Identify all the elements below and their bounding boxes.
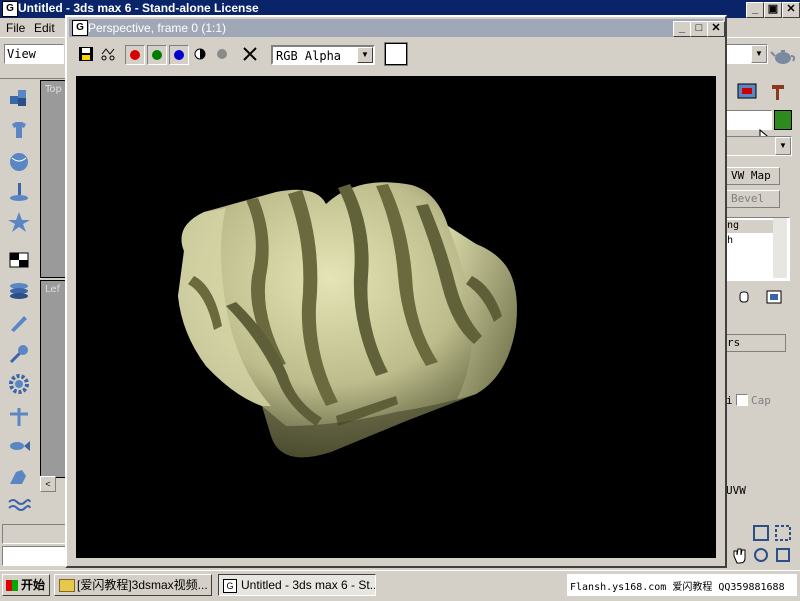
view-dropdown-value: View (7, 47, 36, 61)
wrench-icon[interactable] (6, 342, 32, 366)
zoom-extents-icon[interactable] (752, 524, 770, 542)
red-channel-icon (130, 50, 140, 60)
display-panel-icon[interactable] (736, 82, 760, 102)
render-close-button[interactable]: ✕ (707, 21, 725, 37)
tray-text: Flansh.ys168.com 爱闪教程 QQ359881688 (570, 582, 785, 593)
teapot-icon[interactable] (770, 46, 796, 66)
parameters-rollout[interactable]: rs (726, 334, 786, 352)
bevel-button[interactable]: Bevel (726, 190, 780, 208)
dinosaur-icon[interactable] (6, 464, 32, 488)
layers-icon[interactable] (6, 278, 32, 302)
blue-channel-icon (174, 50, 184, 60)
shirt-icon[interactable] (6, 118, 32, 142)
left-viewport-label: Lef (45, 284, 61, 295)
left-toolbar (0, 80, 36, 520)
selection-dropdown[interactable]: ▼ (726, 44, 768, 64)
render-window-icon[interactable]: G (72, 20, 88, 36)
render-toolbar: RGB Alpha ▼ (69, 39, 723, 71)
channel-display-dropdown[interactable]: RGB Alpha ▼ (271, 45, 375, 65)
3dsmax-icon: G (223, 579, 237, 593)
green-channel-icon (152, 50, 162, 60)
save-bitmap-icon[interactable] (77, 45, 95, 63)
maximize-viewport-icon[interactable] (774, 546, 792, 564)
zoom-all-icon[interactable] (774, 524, 792, 542)
render-window-title: Perspective, frame 0 (1:1) (88, 21, 227, 35)
command-panel: ▼ VW Map Bevel ng h rs i Cap UVW (726, 78, 800, 570)
pixel-color-swatch[interactable] (384, 42, 408, 66)
system-tray: Flansh.ys168.com 爱闪教程 QQ359881688 (567, 574, 797, 596)
create-objects-icon[interactable] (6, 86, 32, 110)
gear-icon[interactable] (6, 372, 32, 396)
plunger-icon[interactable] (6, 180, 32, 204)
uvw-label: UVW (726, 484, 746, 497)
start-button[interactable]: 开始 (2, 574, 50, 596)
main-window-title: Untitled - 3ds max 6 - Stand-alone Licen… (18, 1, 259, 15)
stack-item-2[interactable]: h (727, 235, 773, 248)
pan-hand-icon[interactable] (730, 546, 748, 564)
render-frame-window[interactable]: G Perspective, frame 0 (1:1) _ □ ✕ RGB A… (65, 15, 727, 568)
stack-item-1[interactable]: ng (727, 220, 773, 233)
close-button[interactable]: ✕ (782, 2, 800, 18)
scroll-left-button[interactable]: < (40, 476, 56, 492)
chevron-down-icon[interactable]: ▼ (751, 45, 767, 63)
taskbar-item-3dsmax-label: Untitled - 3ds max 6 - St... (241, 578, 376, 592)
chevron-down-icon[interactable]: ▼ (357, 47, 373, 63)
menu-edit[interactable]: Edit (34, 21, 55, 35)
sphere-icon[interactable] (6, 150, 32, 174)
waves-icon[interactable] (6, 494, 32, 518)
uvw-map-button[interactable]: VW Map (726, 167, 780, 185)
render-window-title-bar[interactable]: G Perspective, frame 0 (1:1) _ □ ✕ (69, 19, 725, 37)
fish-icon[interactable] (6, 434, 32, 458)
red-channel-toggle[interactable] (125, 45, 145, 65)
app-icon[interactable]: G (2, 1, 18, 17)
checker-icon[interactable] (6, 248, 32, 272)
tree-icon[interactable] (6, 404, 32, 428)
clear-x-icon[interactable] (241, 45, 259, 63)
cap-label: Cap (751, 394, 771, 407)
minimize-button[interactable]: _ (746, 2, 764, 18)
pin-stack-icon[interactable] (734, 288, 754, 306)
top-viewport-label: Top (45, 84, 62, 95)
arc-rotate-icon[interactable] (752, 546, 770, 564)
windows-logo-icon (6, 580, 18, 591)
rendered-sofa-image (178, 182, 517, 458)
taskbar-item-3dsmax[interactable]: G Untitled - 3ds max 6 - St... (218, 574, 376, 596)
alpha-channel-icon[interactable] (191, 45, 209, 63)
cap-checkbox[interactable] (736, 394, 748, 406)
hammer-icon[interactable] (766, 82, 790, 102)
channel-display-value: RGB Alpha (276, 49, 342, 63)
render-maximize-button[interactable]: □ (690, 21, 708, 37)
object-name-field[interactable] (726, 110, 772, 130)
restore-button[interactable]: ▣ (764, 2, 782, 18)
start-label: 开始 (21, 578, 46, 592)
star-figure-icon[interactable] (6, 210, 32, 234)
folder-icon (59, 579, 75, 592)
stack-scrollbar[interactable] (773, 218, 787, 278)
status-field-top (2, 524, 66, 544)
green-channel-toggle[interactable] (147, 45, 167, 65)
object-color-swatch[interactable] (774, 110, 792, 130)
blue-channel-toggle[interactable] (169, 45, 189, 65)
status-input[interactable] (2, 546, 66, 566)
chevron-down-icon[interactable]: ▼ (775, 137, 791, 155)
taskbar-item-folder-label: [爱闪教程]3dsmax视频... (77, 578, 208, 592)
monochrome-icon[interactable] (213, 45, 231, 63)
view-dropdown[interactable]: View (4, 44, 64, 64)
render-minimize-button[interactable]: _ (673, 21, 691, 37)
configure-sets-icon[interactable] (764, 288, 784, 306)
taskbar-item-folder[interactable]: [爱闪教程]3dsmax视频... (54, 574, 212, 596)
render-canvas[interactable] (76, 76, 716, 558)
clone-window-icon[interactable] (99, 45, 117, 63)
modifier-stack-list[interactable]: ng h (726, 217, 790, 281)
taskbar: 开始 [爱闪教程]3dsmax视频... G Untitled - 3ds ma… (0, 570, 800, 601)
menu-file[interactable]: File (6, 21, 25, 35)
modifier-list-dropdown[interactable]: ▼ (726, 136, 792, 156)
brush-icon[interactable] (6, 310, 32, 334)
